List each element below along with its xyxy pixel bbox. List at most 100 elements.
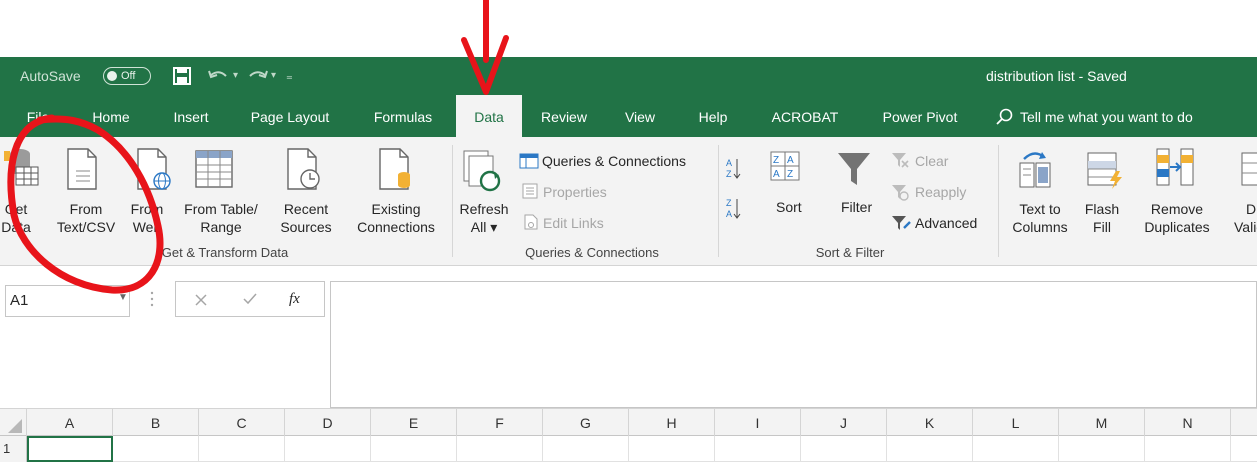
column-header-j[interactable]: J [801, 409, 887, 436]
column-headers: A B C D E F G H I J K L M N [0, 408, 1257, 436]
svg-text:Z: Z [726, 198, 732, 208]
cell[interactable] [371, 436, 457, 462]
recent-sources-button[interactable]: Recent Sources [274, 200, 338, 236]
tab-file[interactable]: File [12, 95, 64, 137]
column-header-m[interactable]: M [1059, 409, 1145, 436]
advanced-filter-icon [892, 216, 911, 230]
column-header-a[interactable]: A [27, 409, 113, 436]
cell[interactable] [113, 436, 199, 462]
tell-me-input[interactable]: Tell me what you want to do [1020, 95, 1240, 137]
document-title: distribution list - Saved [986, 68, 1127, 84]
column-header-e[interactable]: E [371, 409, 457, 436]
flash-fill-button[interactable]: Flash Fill [1080, 200, 1124, 236]
name-box[interactable]: A1 ▼ [5, 285, 130, 317]
column-header-l[interactable]: L [973, 409, 1059, 436]
tab-data[interactable]: Data [456, 95, 522, 137]
tab-help[interactable]: Help [690, 95, 736, 137]
connections-file-icon [379, 148, 410, 190]
get-data-button[interactable]: Get Data [0, 200, 38, 236]
from-web-button[interactable]: From Web [130, 200, 164, 236]
save-icon[interactable] [173, 67, 191, 85]
autosave-toggle[interactable]: Off [103, 67, 151, 85]
cell[interactable] [1231, 436, 1257, 462]
enter-check-icon[interactable] [242, 292, 258, 306]
filter-button[interactable]: Filter [841, 198, 872, 216]
select-all-corner[interactable] [0, 409, 27, 436]
cell[interactable] [801, 436, 887, 462]
cell[interactable] [457, 436, 543, 462]
tab-page-layout[interactable]: Page Layout [240, 95, 340, 137]
customize-qat-icon[interactable]: ₌ [286, 57, 293, 95]
row-header-1[interactable]: 1 [0, 436, 27, 462]
redo-dropdown-icon[interactable]: ▾ [271, 57, 276, 95]
column-header-c[interactable]: C [199, 409, 285, 436]
column-header-h[interactable]: H [629, 409, 715, 436]
select-all-triangle-icon [8, 419, 22, 433]
tab-home[interactable]: Home [80, 95, 142, 137]
cell[interactable] [973, 436, 1059, 462]
name-box-dropdown-icon[interactable]: ▼ [118, 292, 128, 303]
advanced-button[interactable]: Advanced [915, 214, 977, 232]
clear-button[interactable]: Clear [915, 152, 948, 170]
sort-z-to-a-icon[interactable]: Z A [726, 197, 742, 221]
tab-formulas[interactable]: Formulas [360, 95, 446, 137]
column-header-k[interactable]: K [887, 409, 973, 436]
svg-text:A: A [726, 158, 732, 168]
column-header-i[interactable]: I [715, 409, 801, 436]
svg-text:Z: Z [726, 169, 732, 179]
from-text-label-2: Text/CSV [56, 219, 116, 235]
redo-icon[interactable] [246, 68, 268, 84]
tab-insert[interactable]: Insert [164, 95, 218, 137]
refresh-all-button[interactable]: Refresh All ▾ [454, 200, 514, 236]
from-web-label-2: Web [132, 219, 162, 235]
cell[interactable] [543, 436, 629, 462]
cancel-icon[interactable] [194, 293, 208, 307]
undo-dropdown-icon[interactable]: ▾ [233, 57, 238, 95]
recent-label-1: Recent [283, 201, 329, 217]
cell[interactable] [887, 436, 973, 462]
column-header-g[interactable]: G [543, 409, 629, 436]
data-validation-icon [1241, 152, 1257, 186]
tab-power-pivot[interactable]: Power Pivot [866, 95, 974, 137]
group-label-get-transform: Get & Transform Data [161, 245, 289, 260]
from-text-csv-button[interactable]: From Text/CSV [56, 200, 116, 236]
group-separator [998, 145, 999, 257]
formula-bar-grip-icon[interactable] [149, 289, 155, 309]
formula-input[interactable] [330, 281, 1257, 408]
cell-a1-selected[interactable] [27, 436, 113, 462]
properties-button[interactable]: Properties [543, 183, 607, 201]
column-header-partial[interactable] [1231, 409, 1257, 436]
remove-dup-label-1: Remove [1150, 201, 1204, 217]
from-table-range-button[interactable]: From Table/ Range [176, 200, 266, 236]
tab-acrobat[interactable]: ACROBAT [757, 95, 853, 137]
reapply-button[interactable]: Reapply [915, 183, 966, 201]
from-text-label-1: From [69, 201, 103, 217]
sort-a-to-z-icon[interactable]: A Z [726, 157, 742, 181]
column-header-b[interactable]: B [113, 409, 199, 436]
edit-links-button[interactable]: Edit Links [543, 214, 604, 232]
column-header-d[interactable]: D [285, 409, 371, 436]
recent-label-2: Sources [280, 219, 332, 235]
existing-connections-button[interactable]: Existing Connections [348, 200, 444, 236]
cell[interactable] [285, 436, 371, 462]
queries-connections-button[interactable]: Queries & Connections [542, 152, 686, 170]
tab-review[interactable]: Review [532, 95, 596, 137]
data-validation-button[interactable]: D Valid [1230, 200, 1257, 236]
cell[interactable] [1059, 436, 1145, 462]
remove-duplicates-button[interactable]: Remove Duplicates [1132, 200, 1222, 236]
dv-label-1: D [1246, 201, 1257, 217]
column-header-f[interactable]: F [457, 409, 543, 436]
formula-buttons: fx [175, 281, 325, 317]
sort-button[interactable]: Sort [776, 198, 802, 216]
refresh-icon [463, 150, 501, 192]
cell[interactable] [715, 436, 801, 462]
column-header-n[interactable]: N [1145, 409, 1231, 436]
undo-icon[interactable] [208, 68, 230, 84]
cell[interactable] [1145, 436, 1231, 462]
insert-function-icon[interactable]: fx [289, 290, 300, 308]
cell[interactable] [199, 436, 285, 462]
text-to-columns-button[interactable]: Text to Columns [1008, 200, 1072, 236]
cell[interactable] [629, 436, 715, 462]
data-ribbon: Get Data From Text/CSV From Web From Tab… [0, 137, 1257, 266]
tab-view[interactable]: View [615, 95, 665, 137]
